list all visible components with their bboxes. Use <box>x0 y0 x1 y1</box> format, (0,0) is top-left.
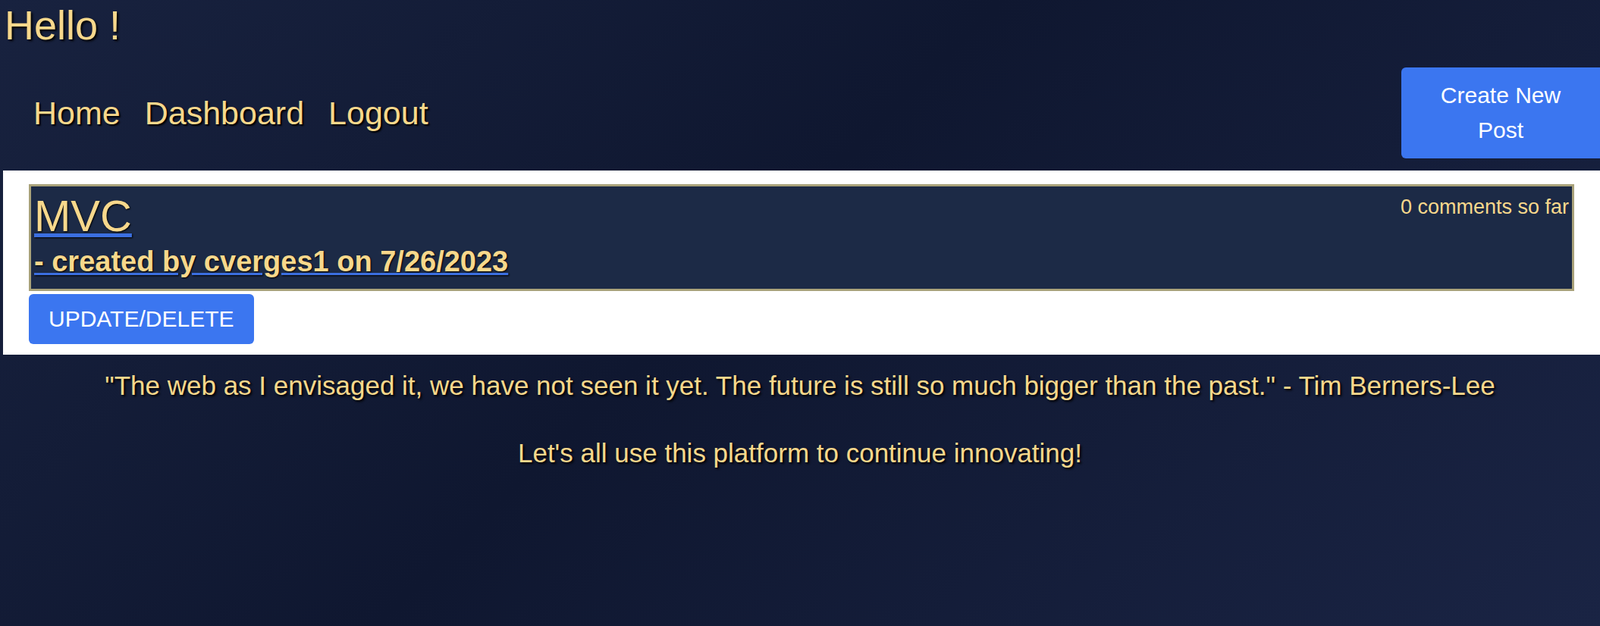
nav-link[interactable]: Home <box>33 94 121 132</box>
post-byline-link[interactable]: - created by cverges1 on 7/26/2023 <box>34 244 509 280</box>
posts-panel: MVC- created by cverges1 on 7/26/2023 0 c… <box>3 170 1600 355</box>
create-post-button[interactable]: Create New Post <box>1401 67 1600 159</box>
nav-row: Home Dashboard Logout Create New Post <box>0 47 1600 171</box>
nav-link[interactable]: Dashboard <box>144 94 305 132</box>
post-item: MVC- created by cverges1 on 7/26/2023 0 c… <box>28 184 1575 344</box>
update-delete-button[interactable]: UPDATE/DELETE <box>28 294 255 345</box>
footer: "The web as I envisaged it, we have not … <box>0 354 1600 471</box>
dashboard-page: Hello ! Home Dashboard Logout Create New Pos… <box>0 0 1600 626</box>
greeting-heading: Hello ! <box>4 3 1600 48</box>
quote-text: "The web as I envisaged it, we have not … <box>104 368 1495 404</box>
post-card: MVC- created by cverges1 on 7/26/2023 0 c… <box>28 184 1575 291</box>
nav-link[interactable]: Logout <box>328 94 429 132</box>
site-header: Hello ! Home Dashboard Logout Create New Pos… <box>0 0 1600 171</box>
main-nav: Home Dashboard Logout <box>33 94 429 132</box>
post-info: MVC- created by cverges1 on 7/26/2023 <box>34 191 509 280</box>
post-title-link[interactable]: MVC <box>34 191 509 242</box>
comment-count: 0 comments so far <box>1400 191 1569 220</box>
footer-message: Let's all use this platform to continue … <box>517 436 1083 471</box>
